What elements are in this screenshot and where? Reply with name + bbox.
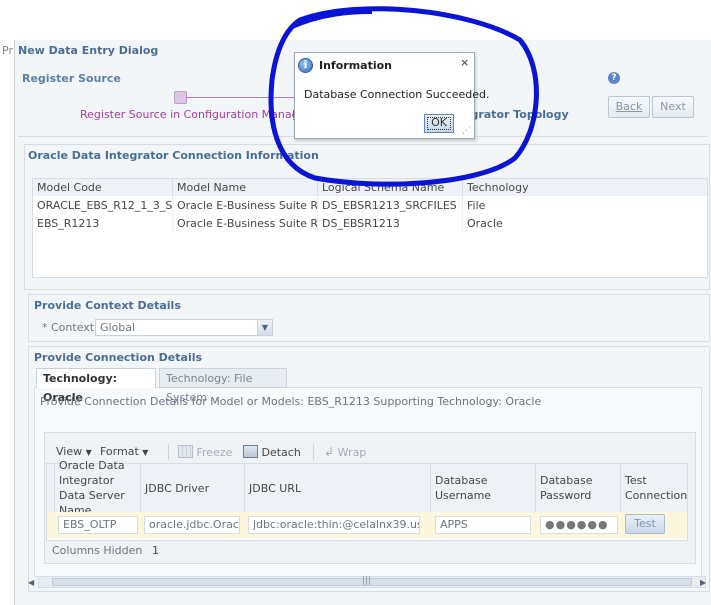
column-header-database-username[interactable]: Database Username: [431, 464, 536, 512]
row-header-corner: [47, 464, 55, 512]
column-header-model-code[interactable]: Model Code: [33, 179, 173, 196]
jdbc-url-field[interactable]: jdbc:oracle:thin:@celalnx39.us.or: [248, 516, 420, 534]
column-header-technology[interactable]: Technology: [463, 179, 707, 196]
back-button[interactable]: Back: [608, 96, 650, 118]
columns-hidden-label: Columns Hidden: [52, 544, 143, 557]
freeze-icon: [178, 445, 193, 458]
toolbar-separator: [313, 444, 314, 460]
view-menu-label: View: [56, 445, 83, 458]
popup-message: Database Connection Succeeded.: [304, 88, 490, 101]
view-menu[interactable]: View ▼: [56, 445, 92, 458]
section-title: Register Source: [22, 72, 121, 85]
column-header-model-name[interactable]: Model Name: [173, 179, 318, 196]
table-cell[interactable]: Oracle: [463, 215, 707, 233]
freeze-label: Freeze: [196, 446, 233, 459]
jdbc-driver-field[interactable]: oracle.jdbc.OracleI: [144, 516, 240, 534]
table-cell[interactable]: File: [463, 197, 707, 215]
context-panel-title: Provide Context Details: [34, 299, 181, 312]
scrollbar-thumb[interactable]: [52, 578, 692, 586]
tab-technology-oracle[interactable]: Technology: Oracle: [36, 368, 156, 404]
test-connection-button[interactable]: Test: [625, 514, 665, 534]
columns-hidden-count: 1: [152, 544, 159, 557]
connection-description: Provide Connection Details for Model or …: [40, 395, 542, 408]
dropdown-arrow-icon: ▼: [85, 448, 92, 457]
column-header-data-server-name[interactable]: Oracle Data Integrator Data Server Name: [55, 459, 141, 517]
scroll-right-icon[interactable]: ▶: [700, 578, 706, 587]
table-cell[interactable]: Oracle E-Business Suite R1...: [173, 197, 318, 215]
column-header-database-password[interactable]: Database Password: [536, 464, 621, 512]
connection-panel-title: Provide Connection Details: [34, 351, 203, 364]
scroll-left-icon[interactable]: ◀: [28, 578, 34, 587]
context-select[interactable]: Global: [95, 319, 273, 336]
data-server-name-field[interactable]: EBS_OLTP: [58, 516, 138, 534]
tab-technology-file-system[interactable]: Technology: File System: [159, 368, 287, 404]
resize-grip-icon[interactable]: ⋰: [462, 126, 471, 136]
wrap-icon: ↲: [324, 445, 335, 459]
database-username-field[interactable]: APPS: [435, 516, 531, 534]
database-password-field[interactable]: ●●●●●●: [540, 516, 618, 534]
column-header-test-connection[interactable]: Test Connection: [621, 464, 687, 512]
wrap-label: Wrap: [337, 446, 367, 459]
background-window-edge: Pr: [2, 44, 13, 57]
close-icon[interactable]: ×: [460, 56, 469, 69]
table-cell[interactable]: Oracle E-Business Suite R1...: [173, 215, 318, 233]
help-icon[interactable]: ?: [608, 72, 620, 84]
detach-button[interactable]: Detach: [243, 445, 301, 459]
chevron-down-icon[interactable]: ▼: [257, 320, 272, 335]
format-menu-label: Format: [100, 445, 139, 458]
detach-label: Detach: [261, 446, 301, 459]
table-cell[interactable]: DS_EBSR1213: [318, 215, 463, 233]
wrap-button[interactable]: ↲ Wrap: [324, 445, 366, 459]
train-connector-line: [186, 97, 304, 98]
detach-icon: [243, 445, 258, 458]
freeze-button[interactable]: Freeze: [178, 445, 232, 459]
popup-title: Information: [319, 59, 392, 72]
dropdown-arrow-icon: ▼: [142, 448, 149, 457]
table-cell[interactable]: EBS_R1213: [33, 215, 173, 233]
context-label: * Context: [42, 321, 95, 334]
info-icon: i: [298, 58, 313, 73]
column-header-jdbc-url[interactable]: JDBC URL: [245, 464, 431, 512]
scrollbar-grip-icon: |||: [362, 576, 372, 586]
column-header-jdbc-driver[interactable]: JDBC Driver: [141, 464, 245, 512]
toolbar-separator: [168, 444, 169, 460]
column-header-logical-schema[interactable]: Logical Schema Name: [318, 179, 463, 196]
train-step-register-source[interactable]: Register Source in Configuration Manager: [80, 108, 310, 121]
next-button[interactable]: Next: [652, 96, 694, 118]
odi-connection-panel-title: Oracle Data Integrator Connection Inform…: [28, 149, 319, 162]
train-step-topology-label[interactable]: egrator Topology: [463, 108, 569, 121]
table-cell[interactable]: ORACLE_EBS_R12_1_3_S...: [33, 197, 173, 215]
ok-button[interactable]: OK: [424, 114, 454, 133]
table-cell[interactable]: DS_EBSR1213_SRCFILES: [318, 197, 463, 215]
dialog-title: New Data Entry Dialog: [18, 44, 159, 57]
format-menu[interactable]: Format ▼: [100, 445, 148, 458]
